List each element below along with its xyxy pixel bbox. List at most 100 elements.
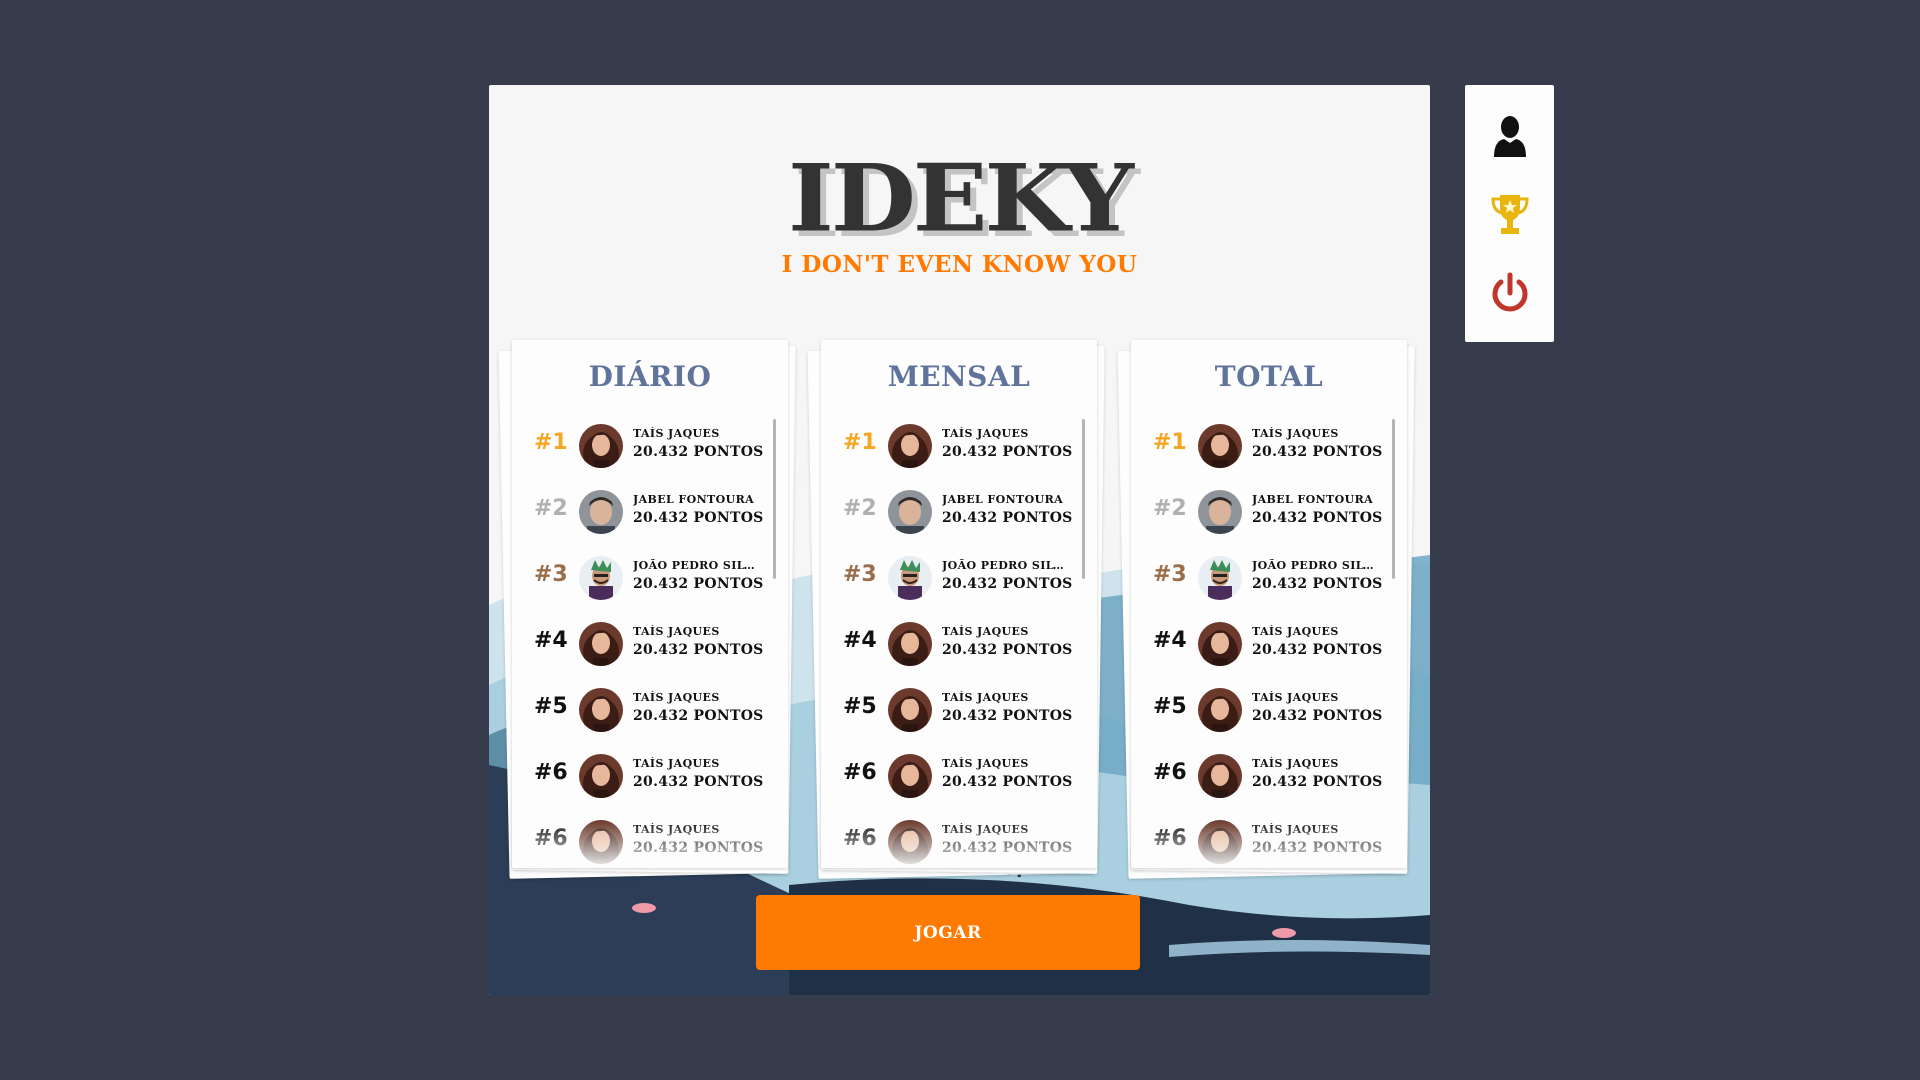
list-fade (1131, 820, 1407, 868)
leaderboard-entry: #6 TAÍS JAQUES 20.432 PONTOS (821, 746, 1097, 812)
list-fade (821, 820, 1097, 868)
player-name: JOÃO PEDRO SILV... (942, 559, 1070, 572)
avatar (888, 688, 932, 732)
player-score: 20.432 PONTOS (633, 576, 764, 592)
rank-number: #4 (534, 628, 568, 653)
leaderboard-list[interactable]: #1 TAÍS JAQUES 20.432 PONTOS #2 JABEL FO… (1131, 416, 1407, 868)
avatar (888, 556, 932, 600)
player-name: TAÍS JAQUES (1252, 625, 1339, 638)
player-name: JABEL FONTOURA (942, 493, 1064, 506)
scrollbar[interactable] (1082, 419, 1085, 579)
ranking-button[interactable] (1465, 176, 1554, 252)
leaderboard-2: TOTAL #1 TAÍS JAQUES 20.432 PONTOS #2 JA… (1117, 340, 1415, 879)
leaderboard-entry: #4 TAÍS JAQUES 20.432 PONTOS (1131, 614, 1407, 680)
avatar (579, 490, 623, 534)
avatar (1198, 556, 1242, 600)
game-logo: IDEKY I DON'T EVEN KNOW YOU (489, 149, 1430, 278)
avatar (1198, 424, 1242, 468)
player-name: JOÃO PEDRO SILV... (1252, 559, 1380, 572)
player-name: TAÍS JAQUES (942, 625, 1029, 638)
rank-number: #2 (1153, 496, 1187, 521)
player-name: TAÍS JAQUES (942, 427, 1029, 440)
rank-number: #3 (534, 562, 568, 587)
leaderboard-entry: #5 TAÍS JAQUES 20.432 PONTOS (512, 680, 788, 746)
player-score: 20.432 PONTOS (1252, 510, 1383, 526)
player-score: 20.432 PONTOS (1252, 444, 1383, 460)
rank-number: #6 (843, 760, 877, 785)
player-name: TAÍS JAQUES (942, 691, 1029, 704)
player-score: 20.432 PONTOS (1252, 708, 1383, 724)
logo-title: IDEKY (787, 143, 1134, 254)
player-name: TAÍS JAQUES (1252, 757, 1339, 770)
avatar (579, 424, 623, 468)
rank-number: #1 (843, 430, 877, 455)
player-score: 20.432 PONTOS (942, 774, 1073, 790)
logo-subtitle: I DON'T EVEN KNOW YOU (781, 251, 1138, 278)
avatar (1198, 490, 1242, 534)
player-score: 20.432 PONTOS (942, 510, 1073, 526)
avatar (888, 754, 932, 798)
profile-button[interactable] (1465, 97, 1554, 173)
rank-number: #5 (843, 694, 877, 719)
player-score: 20.432 PONTOS (633, 642, 764, 658)
leaderboard-entry: #1 TAÍS JAQUES 20.432 PONTOS (1131, 416, 1407, 482)
rank-number: #3 (1153, 562, 1187, 587)
player-score: 20.432 PONTOS (1252, 774, 1383, 790)
leaderboard-card: MENSAL #1 TAÍS JAQUES 20.432 PONTOS #2 J… (821, 340, 1097, 868)
rank-number: #3 (843, 562, 877, 587)
power-icon (1492, 272, 1527, 312)
player-name: TAÍS JAQUES (1252, 427, 1339, 440)
avatar (579, 556, 623, 600)
player-score: 20.432 PONTOS (633, 510, 764, 526)
leaderboard-entry: #5 TAÍS JAQUES 20.432 PONTOS (821, 680, 1097, 746)
player-score: 20.432 PONTOS (942, 708, 1073, 724)
player-name: JABEL FONTOURA (1252, 493, 1374, 506)
player-name: TAÍS JAQUES (633, 691, 720, 704)
leaderboard-entry: #3 JOÃO PEDRO SILV... 20.432 PONTOS (821, 548, 1097, 614)
rank-number: #1 (534, 430, 568, 455)
avatar (888, 490, 932, 534)
leaderboard-card: DIÁRIO #1 TAÍS JAQUES 20.432 PONTOS #2 J… (512, 340, 788, 868)
logout-button[interactable] (1465, 255, 1554, 331)
leaderboard-entry: #4 TAÍS JAQUES 20.432 PONTOS (512, 614, 788, 680)
player-score: 20.432 PONTOS (1252, 642, 1383, 658)
leaderboard-entry: #2 JABEL FONTOURA 20.432 PONTOS (1131, 482, 1407, 548)
scrollbar[interactable] (1392, 419, 1395, 579)
player-name: JABEL FONTOURA (633, 493, 755, 506)
scrollbar[interactable] (773, 419, 776, 579)
leaderboard-title: TOTAL (1214, 360, 1324, 393)
avatar (579, 754, 623, 798)
leaderboard-0: DIÁRIO #1 TAÍS JAQUES 20.432 PONTOS #2 J… (498, 340, 796, 879)
player-name: TAÍS JAQUES (633, 427, 720, 440)
rank-number: #5 (534, 694, 568, 719)
rank-number: #6 (1153, 760, 1187, 785)
play-button[interactable]: JOGAR (756, 895, 1140, 970)
leaderboard-entry: #2 JABEL FONTOURA 20.432 PONTOS (512, 482, 788, 548)
player-name: TAÍS JAQUES (1252, 691, 1339, 704)
player-score: 20.432 PONTOS (942, 642, 1073, 658)
leaderboard-list[interactable]: #1 TAÍS JAQUES 20.432 PONTOS #2 JABEL FO… (512, 416, 788, 868)
leaderboard-entry: #2 JABEL FONTOURA 20.432 PONTOS (821, 482, 1097, 548)
leaderboard-entry: #4 TAÍS JAQUES 20.432 PONTOS (821, 614, 1097, 680)
player-score: 20.432 PONTOS (633, 774, 764, 790)
trophy-icon (1490, 195, 1529, 234)
rank-number: #4 (843, 628, 877, 653)
avatar (888, 424, 932, 468)
player-score: 20.432 PONTOS (942, 576, 1073, 592)
leaderboard-entry: #3 JOÃO PEDRO SILV... 20.432 PONTOS (1131, 548, 1407, 614)
leaderboard-card: TOTAL #1 TAÍS JAQUES 20.432 PONTOS #2 JA… (1131, 340, 1407, 868)
main-panel: IDEKY I DON'T EVEN KNOW YOU DIÁRIO #1 TA… (489, 85, 1430, 995)
rank-number: #2 (534, 496, 568, 521)
avatar (579, 688, 623, 732)
side-menu (1465, 85, 1554, 342)
player-name: TAÍS JAQUES (633, 757, 720, 770)
player-score: 20.432 PONTOS (633, 444, 764, 460)
player-name: TAÍS JAQUES (633, 625, 720, 638)
player-name: JOÃO PEDRO SILV... (633, 559, 761, 572)
avatar (888, 622, 932, 666)
avatar (1198, 688, 1242, 732)
leaderboard-entry: #5 TAÍS JAQUES 20.432 PONTOS (1131, 680, 1407, 746)
player-name: TAÍS JAQUES (942, 757, 1029, 770)
leaderboard-list[interactable]: #1 TAÍS JAQUES 20.432 PONTOS #2 JABEL FO… (821, 416, 1097, 868)
leaderboard-entry: #6 TAÍS JAQUES 20.432 PONTOS (1131, 746, 1407, 812)
